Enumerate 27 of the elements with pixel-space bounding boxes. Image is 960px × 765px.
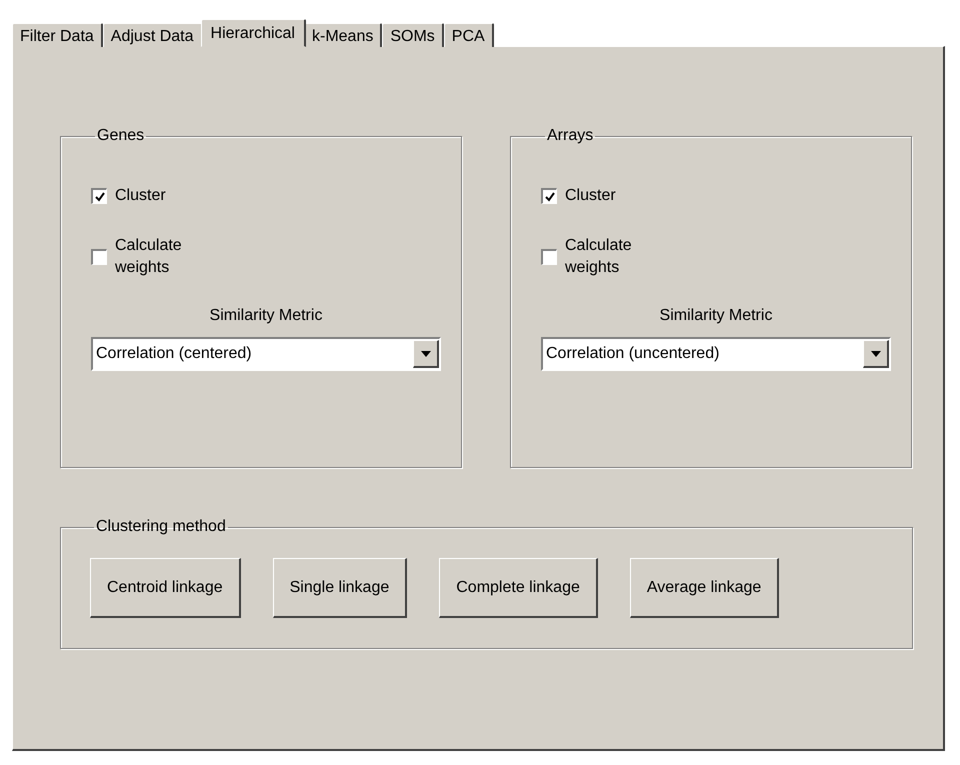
linkage-button[interactable]: Complete linkage (439, 558, 598, 618)
tab[interactable]: k-Means (304, 23, 382, 47)
tab[interactable]: Filter Data (12, 23, 103, 47)
group-title: Arrays (546, 127, 594, 145)
tab[interactable]: Hierarchical (200, 19, 306, 47)
field-label: Similarity Metric (208, 307, 324, 325)
dropdown-value: Correlation (uncentered) (546, 345, 720, 363)
tab[interactable]: Adjust Data (102, 23, 203, 47)
dropdown[interactable]: Correlation (centered) (91, 337, 441, 371)
tab[interactable]: SOMs (382, 23, 444, 47)
dropdown[interactable]: Correlation (uncentered) (541, 337, 891, 371)
dropdown-value: Correlation (centered) (96, 345, 252, 363)
checkbox[interactable] (91, 188, 107, 204)
checkbox-label: Cluster (115, 186, 167, 206)
checkbox-label: Calculate weights (565, 236, 633, 278)
checkbox-label: Calculate weights (115, 236, 183, 278)
linkage-button[interactable]: Average linkage (630, 558, 780, 618)
linkage-button[interactable]: Centroid linkage (90, 558, 241, 618)
tab[interactable]: PCA (444, 23, 494, 47)
field-label: Similarity Metric (658, 307, 774, 325)
group-title: Clustering method (95, 518, 227, 536)
checkbox[interactable] (91, 249, 107, 265)
checkbox[interactable] (541, 249, 557, 265)
checkbox-label: Cluster (565, 186, 617, 206)
group-title: Genes (96, 127, 146, 145)
checkbox[interactable] (541, 188, 557, 204)
linkage-button[interactable]: Single linkage (272, 558, 408, 618)
